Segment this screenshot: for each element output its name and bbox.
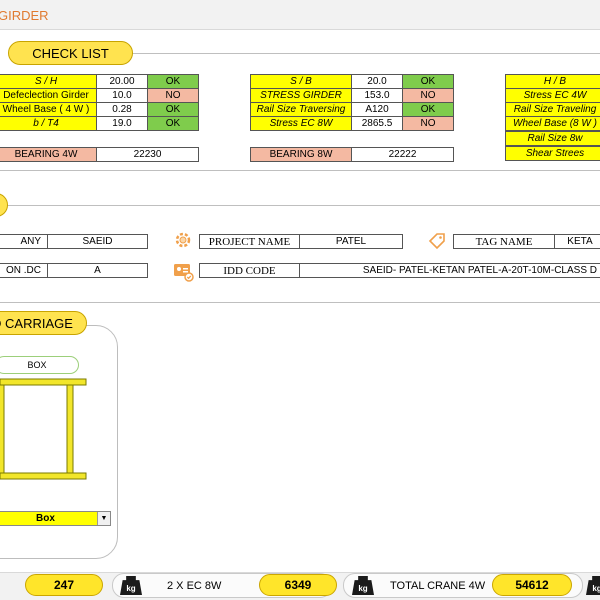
t1-label-3: b / T4 xyxy=(0,116,97,131)
t1-status-2: OK xyxy=(147,102,199,117)
t2-value-1: 153.0 xyxy=(351,88,403,103)
t3-label-5: Shear Strees xyxy=(505,146,600,161)
t1-label-2: Wheel Base ( 4 W ) xyxy=(0,102,97,117)
dropdown-value: Box xyxy=(36,513,55,524)
section-divider-2 xyxy=(0,302,600,303)
weight-value-1: 247 xyxy=(25,574,103,596)
t2-status-2: OK xyxy=(402,102,454,117)
checklist-divider xyxy=(120,53,600,54)
tag-name-value: KETA xyxy=(554,234,600,249)
page-title: GIRDER xyxy=(0,8,49,23)
t2-value-0: 20.0 xyxy=(351,74,403,89)
company-label: ANY xyxy=(0,234,48,249)
info-section-pill xyxy=(0,193,8,217)
tag-name-label: TAG NAME xyxy=(453,234,555,249)
t1-status-1: NO xyxy=(147,88,199,103)
carriage-type-dropdown[interactable]: Box ▼ xyxy=(0,511,111,526)
t2-status-1: NO xyxy=(402,88,454,103)
t2-label-3: Stress EC 8W xyxy=(250,116,352,131)
t3-label-1: Stress EC 4W xyxy=(505,88,600,103)
tag-icon xyxy=(427,232,447,252)
idd-code-value: SAEID- PATEL-KETAN PATEL-A-20T-10M-CLASS… xyxy=(299,263,600,278)
company-value: SAEID xyxy=(47,234,148,249)
bearing-8w-value: 22222 xyxy=(351,147,454,162)
checklist-title: CHECK LIST xyxy=(8,41,133,65)
ec-8w-label: 2 X EC 8W xyxy=(167,580,222,592)
t1-value-1: 10.0 xyxy=(96,88,148,103)
t1-status-3: OK xyxy=(147,116,199,131)
carriage-title: D CARRIAGE xyxy=(0,311,87,335)
header-bar xyxy=(0,0,600,30)
project-name-value: PATEL xyxy=(299,234,403,249)
girder-box-diagram xyxy=(0,377,90,481)
dc-value: A xyxy=(47,263,148,278)
t1-value-2: 0.28 xyxy=(96,102,148,117)
settings-icon xyxy=(172,229,194,251)
idd-code-label: IDD CODE xyxy=(199,263,300,278)
bearing-4w-value: 22230 xyxy=(96,147,199,162)
weight-value-3: 54612 xyxy=(492,574,572,596)
section-divider-1 xyxy=(0,170,600,171)
box-type-button[interactable]: BOX xyxy=(0,356,79,374)
t1-value-3: 19.0 xyxy=(96,116,148,131)
info-divider xyxy=(0,205,600,206)
t3-label-4: Rail Size 8w xyxy=(505,131,600,146)
weight-value-2: 6349 xyxy=(259,574,337,596)
t3-label-2: Rail Size Traveling xyxy=(505,102,600,117)
t3-label-3: Wheel Base (8 W ) xyxy=(505,116,600,131)
bearing-8w-label: BEARING 8W xyxy=(250,147,352,162)
total-crane-4w-label: TOTAL CRANE 4W xyxy=(390,580,486,592)
t1-label-1: Defeclection Girder xyxy=(0,88,97,103)
t2-value-2: A120 xyxy=(351,102,403,117)
id-card-icon xyxy=(172,260,194,282)
bearing-4w-label: BEARING 4W xyxy=(0,147,97,162)
t1-status-0: OK xyxy=(147,74,199,89)
t2-status-3: NO xyxy=(402,116,454,131)
t2-label-0: S / B xyxy=(250,74,352,89)
t2-label-2: Rail Size Traversing xyxy=(250,102,352,117)
t2-label-1: STRESS GIRDER xyxy=(250,88,352,103)
chevron-down-icon[interactable]: ▼ xyxy=(97,512,110,525)
t3-label-0: H / B xyxy=(505,74,600,89)
t1-label-0: S / H xyxy=(0,74,97,89)
dc-label: ON .DC xyxy=(0,263,48,278)
t2-value-3: 2865.5 xyxy=(351,116,403,131)
t2-status-0: OK xyxy=(402,74,454,89)
t1-value-0: 20.00 xyxy=(96,74,148,89)
project-name-label: PROJECT NAME xyxy=(199,234,300,249)
